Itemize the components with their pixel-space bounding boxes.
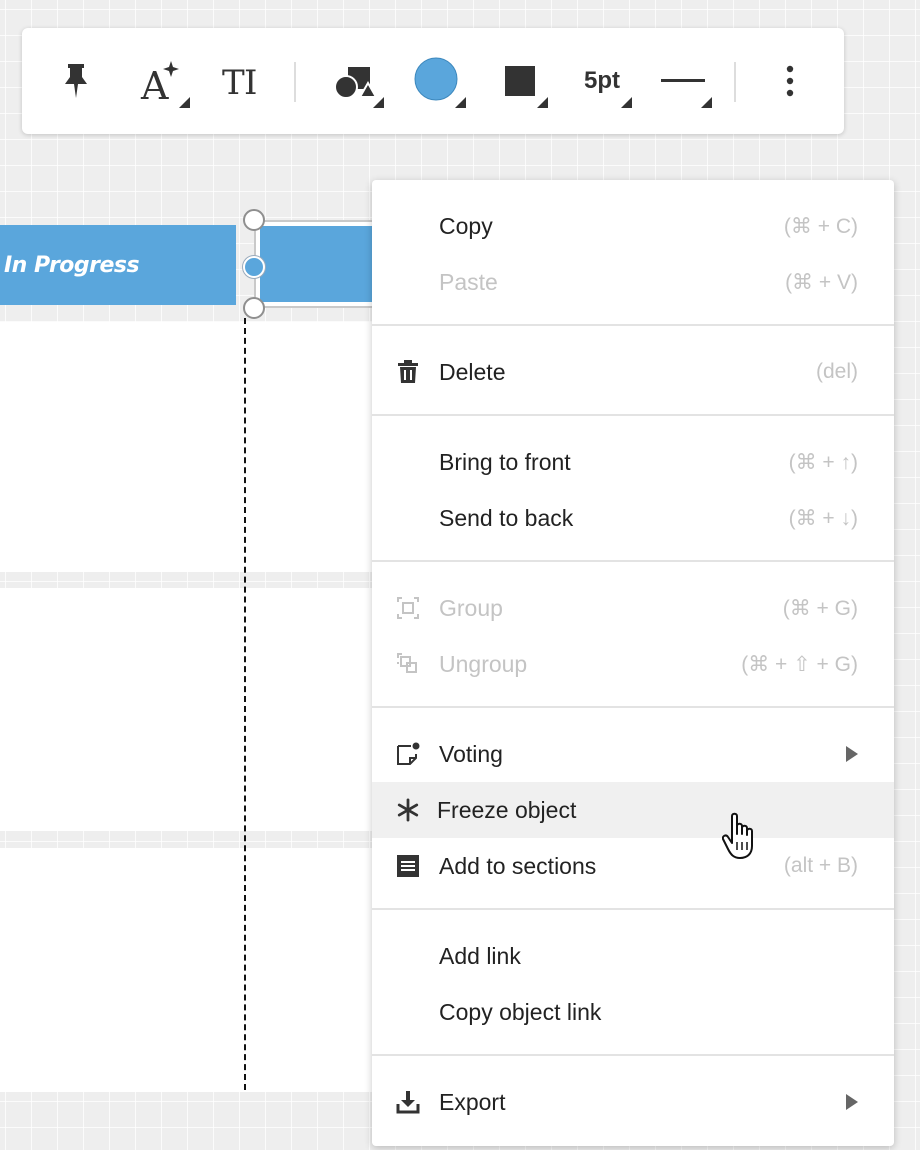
menu-item-freeze-object[interactable]: Freeze object — [372, 782, 894, 838]
menu-item-delete[interactable]: Delete (del) — [372, 344, 894, 400]
menu-item-voting[interactable]: Voting — [372, 726, 894, 782]
menu-item-shortcut: (alt + B) — [783, 854, 858, 877]
menu-item-shortcut: (⌘ + G) — [782, 596, 858, 620]
menu-item-label: Voting — [439, 740, 503, 767]
menu-item-shortcut: (del) — [815, 360, 858, 383]
pin-icon — [65, 64, 87, 98]
fill-color-button[interactable] — [404, 46, 468, 116]
toolbar-divider — [734, 62, 736, 102]
menu-item-label: Group — [439, 594, 503, 621]
menu-item-paste[interactable]: Paste (⌘ + V) — [372, 254, 894, 310]
menu-item-label: Copy object link — [439, 998, 602, 1025]
dropdown-corner-indicator — [701, 97, 712, 108]
border-width-label: 5pt — [584, 67, 620, 94]
sections-icon — [396, 854, 420, 878]
border-width-button[interactable]: 5pt — [570, 46, 634, 116]
menu-item-label: Delete — [439, 358, 506, 385]
menu-separator — [372, 560, 894, 562]
column-header-label: In Progress — [4, 252, 140, 278]
dropdown-corner-indicator — [373, 97, 384, 108]
toolbar-divider — [294, 62, 296, 102]
fill-color-icon — [414, 57, 458, 101]
dropdown-corner-indicator — [455, 97, 466, 108]
menu-separator — [372, 414, 894, 416]
snowflake-icon — [396, 798, 420, 822]
hand-pointer-cursor-icon — [722, 812, 753, 859]
menu-item-add-to-sections[interactable]: Add to sections (alt + B) — [372, 838, 894, 894]
menu-item-shortcut: (⌘ + ↓) — [788, 506, 858, 530]
menu-item-label: Export — [439, 1088, 506, 1115]
ungroup-icon — [396, 652, 420, 676]
menu-item-shortcut: (⌘ + ↑) — [788, 450, 858, 474]
more-icon — [786, 65, 794, 97]
menu-item-label: Freeze object — [437, 796, 577, 823]
board-section-top — [0, 322, 372, 572]
trash-icon — [396, 360, 420, 384]
menu-item-label: Add to sections — [439, 852, 597, 879]
menu-item-shortcut: (⌘ + C) — [783, 214, 858, 238]
resize-handle-middle[interactable] — [243, 256, 265, 278]
menu-separator — [372, 324, 894, 326]
resize-handle-top[interactable] — [243, 209, 265, 231]
export-icon — [396, 1090, 420, 1114]
submenu-arrow-icon — [846, 1094, 858, 1110]
menu-separator — [372, 908, 894, 910]
text-size-icon: T I — [222, 63, 257, 101]
svg-text:I: I — [244, 63, 257, 101]
menu-item-send-to-back[interactable]: Send to back (⌘ + ↓) — [372, 490, 894, 546]
alignment-guide-line — [244, 318, 246, 1090]
menu-item-shortcut: (⌘ + V) — [785, 270, 858, 294]
line-style-icon — [661, 79, 705, 82]
shape-icon — [334, 67, 378, 99]
menu-item-export[interactable]: Export — [372, 1074, 894, 1130]
menu-separator — [372, 1054, 894, 1056]
text-size-button[interactable]: T I — [214, 46, 270, 116]
text-style-icon: A — [140, 61, 179, 105]
menu-item-add-link[interactable]: Add link — [372, 928, 894, 984]
menu-item-copy-object-link[interactable]: Copy object link — [372, 984, 894, 1040]
line-style-button[interactable] — [652, 46, 714, 116]
menu-item-group[interactable]: Group (⌘ + G) — [372, 580, 894, 636]
menu-item-ungroup[interactable]: Ungroup (⌘ + ⇧ + G) — [372, 636, 894, 692]
context-menu: Copy (⌘ + C) Paste (⌘ + V) Delete (del) … — [372, 180, 894, 1146]
menu-item-label: Paste — [439, 268, 498, 295]
board-section-bottom — [0, 848, 372, 1092]
selected-shape[interactable] — [254, 220, 384, 308]
resize-handle-bottom[interactable] — [243, 297, 265, 319]
column-header-in-progress[interactable]: In Progress — [0, 225, 236, 305]
svg-text:T: T — [222, 63, 245, 101]
dropdown-corner-indicator — [621, 97, 632, 108]
menu-item-label: Add link — [439, 942, 521, 969]
group-icon — [396, 596, 420, 620]
menu-item-label: Bring to front — [439, 448, 571, 475]
shape-button[interactable] — [322, 46, 386, 116]
svg-text:A: A — [140, 64, 169, 105]
menu-item-shortcut: (⌘ + ⇧ + G) — [741, 652, 858, 676]
selected-shape-fill — [260, 226, 382, 302]
menu-item-label: Copy — [439, 212, 493, 239]
menu-item-copy[interactable]: Copy (⌘ + C) — [372, 198, 894, 254]
menu-item-label: Send to back — [439, 504, 574, 531]
menu-item-bring-to-front[interactable]: Bring to front (⌘ + ↑) — [372, 434, 894, 490]
voting-icon — [396, 742, 420, 766]
border-color-button[interactable] — [490, 46, 550, 116]
menu-separator — [372, 706, 894, 708]
dropdown-corner-indicator — [537, 97, 548, 108]
submenu-arrow-icon — [846, 746, 858, 762]
more-options-button[interactable] — [770, 46, 810, 116]
board-section-middle — [0, 588, 372, 831]
dropdown-corner-indicator — [179, 97, 190, 108]
text-style-button[interactable]: A — [130, 46, 192, 116]
border-color-icon — [505, 66, 535, 96]
pin-button[interactable] — [50, 46, 102, 116]
menu-item-label: Ungroup — [439, 650, 528, 677]
object-toolbar: A T I 5pt — [22, 28, 844, 134]
